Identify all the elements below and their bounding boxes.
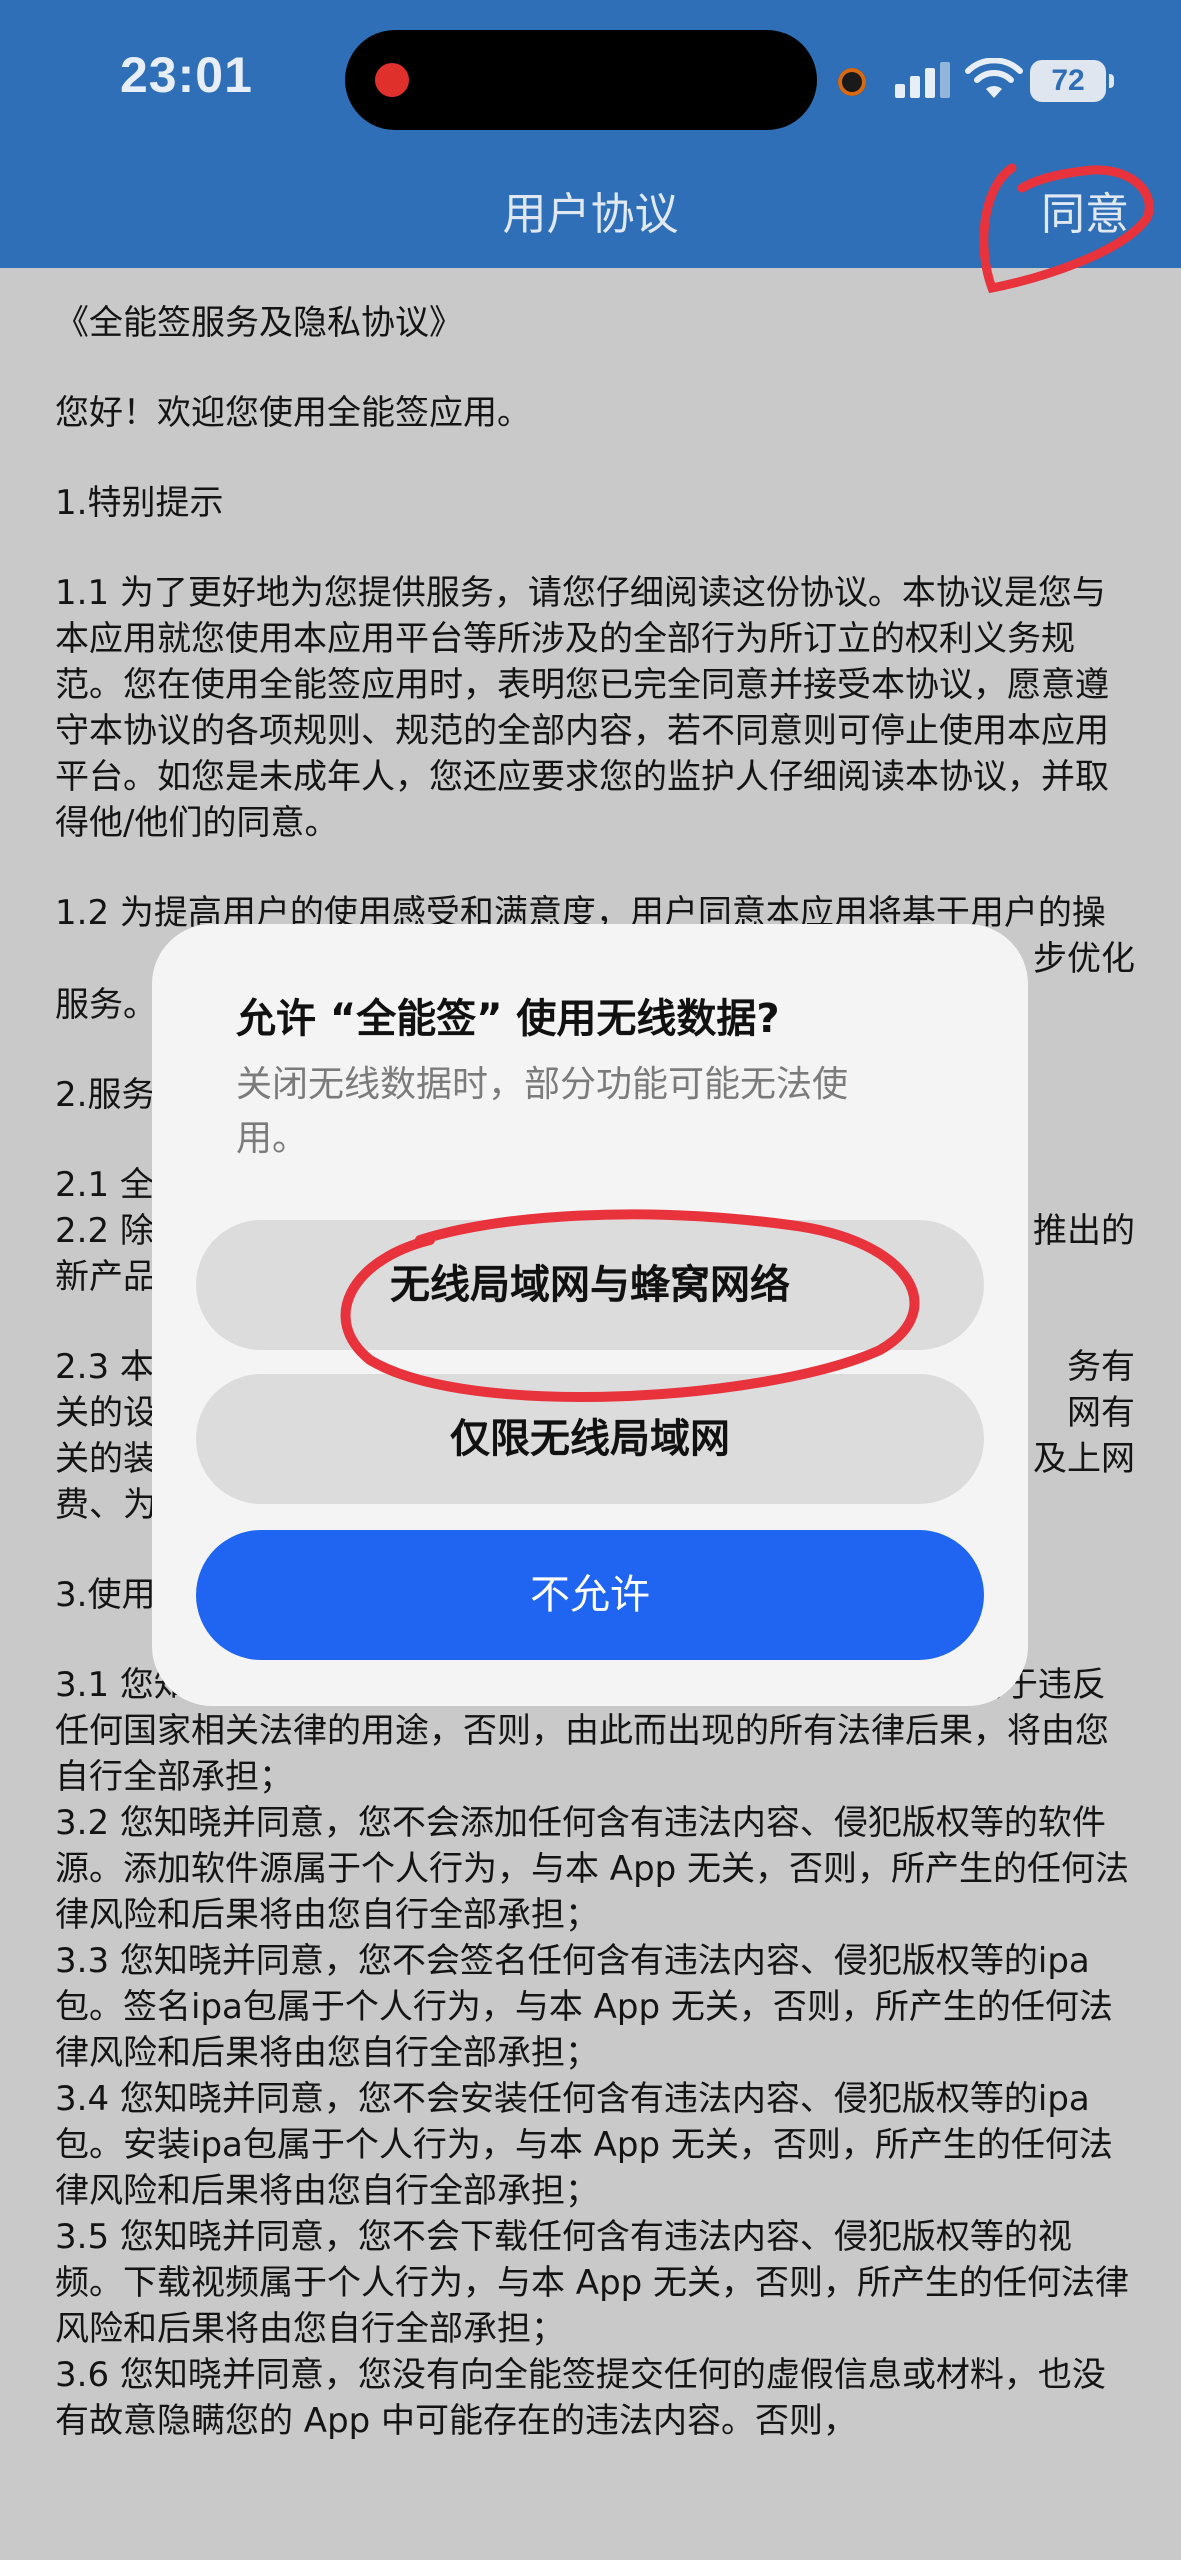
dialog-message: 关闭无线数据时，部分功能可能无法使用。 — [236, 1064, 849, 1159]
camera-dot-icon — [838, 68, 866, 96]
wifi-icon — [965, 58, 1023, 98]
paragraph: 3.4 您知晓并同意，您不会安装任何含有违法内容、侵犯版权等的ipa包。安装ip… — [55, 2079, 1113, 2211]
section-heading: 1.特别提示 — [55, 483, 224, 523]
greeting: 您好！欢迎您使用全能签应用。 — [55, 393, 531, 433]
paragraph: 3.3 您知晓并同意，您不会签名任何含有违法内容、侵犯版权等的ipa包。签名ip… — [55, 1941, 1113, 2073]
page-title: 用户协议 — [502, 189, 679, 240]
status-time: 23:01 — [120, 47, 253, 103]
agree-button[interactable]: 同意 — [1041, 178, 1129, 242]
permission-dialog: 允许 “全能签” 使用无线数据? 关闭无线数据时，部分功能可能无法使用。 无线局… — [152, 924, 1028, 1706]
nav-bar: 23:01 72 用户协议 同意 — [0, 0, 1181, 268]
paragraph: 3.5 您知晓并同意，您不会下载任何含有违法内容、侵犯版权等的视频。下载视频属于… — [55, 2217, 1130, 2349]
paragraph: 1.1 为了更好地为您提供服务，请您仔细阅读这份协议。本协议是您与本应用就您使用… — [55, 573, 1109, 843]
recording-dot-icon — [375, 63, 409, 97]
dynamic-island — [345, 30, 817, 130]
agreement-title: 《全能签服务及隐私协议》 — [55, 303, 463, 343]
paragraph: 3.6 您知晓并同意，您没有向全能签提交任何的虚假信息或材料，也没有故意隐瞒您的… — [55, 2355, 1106, 2441]
battery-icon: 72 — [1030, 60, 1114, 102]
dialog-title: 允许 “全能签” 使用无线数据? — [236, 996, 780, 1042]
paragraph: 3.2 您知晓并同意，您不会添加任何含有违法内容、侵犯版权等的软件源。添加软件源… — [55, 1803, 1130, 1935]
signal-icon — [895, 62, 951, 98]
wlan-only-button[interactable]: 仅限无线局域网 — [196, 1374, 984, 1504]
wlan-and-cellular-button[interactable]: 无线局域网与蜂窝网络 — [196, 1220, 984, 1350]
deny-button[interactable]: 不允许 — [196, 1530, 984, 1660]
